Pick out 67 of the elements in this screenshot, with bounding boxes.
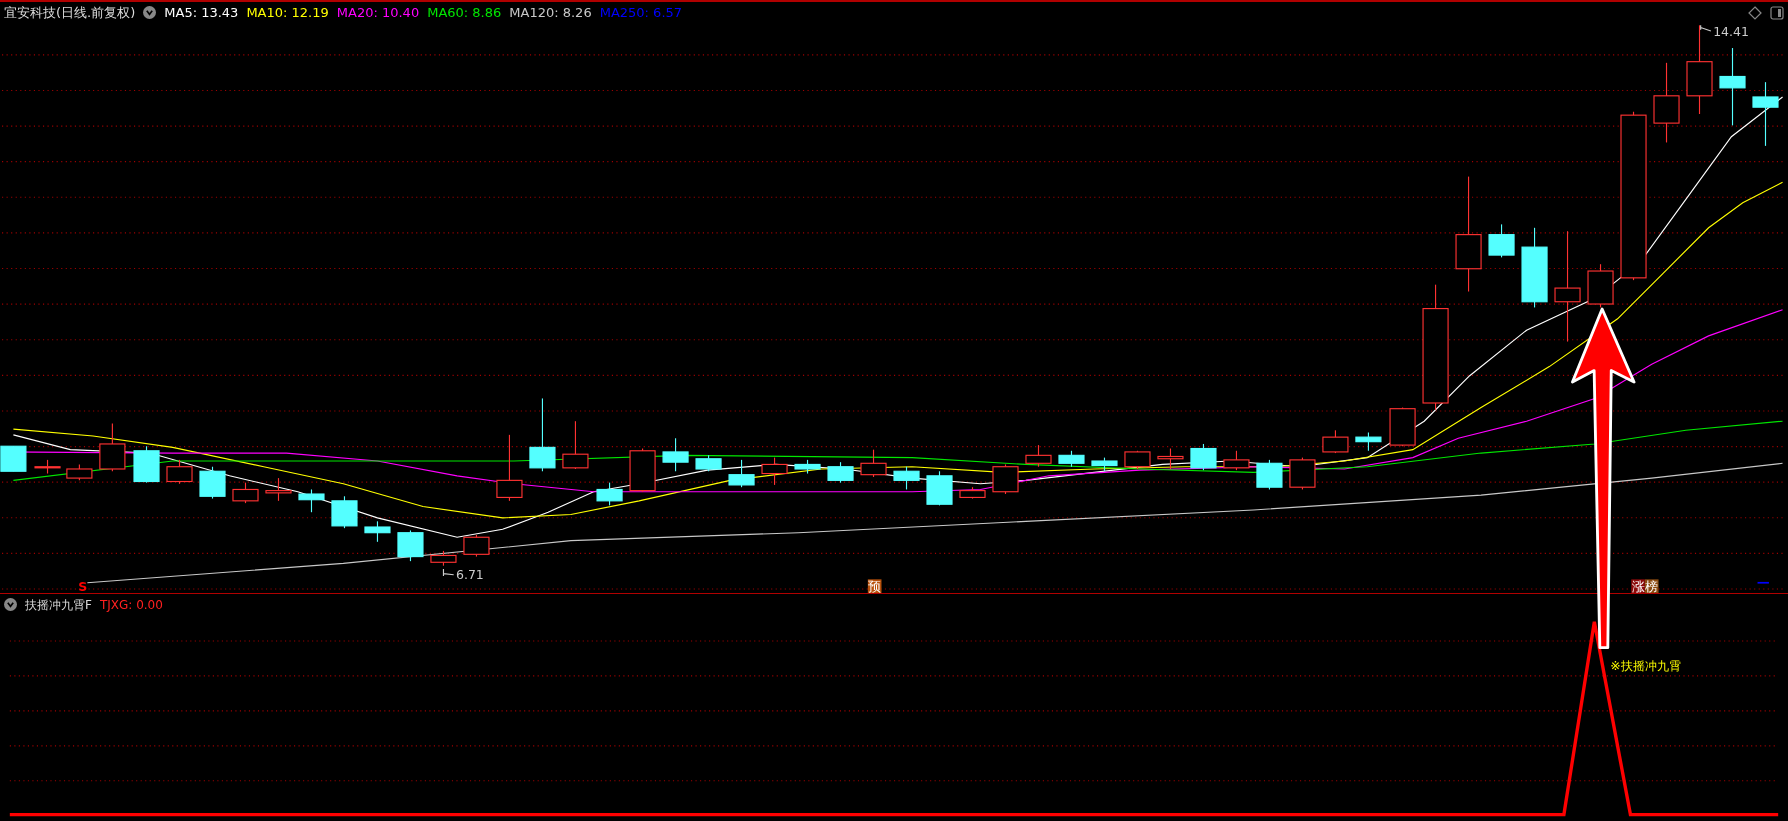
candlestick (1587, 263, 1614, 308)
candlestick (959, 486, 986, 500)
candlestick (166, 459, 193, 485)
candlestick (596, 482, 623, 506)
signal-label: ※扶摇冲九霄 (1610, 658, 1681, 674)
candlestick (629, 447, 656, 493)
candlestick (331, 495, 358, 529)
candlestick (232, 482, 259, 504)
indicator-value: TJXG: 0.00 (99, 596, 163, 614)
candlestick (1322, 429, 1349, 454)
panel-toggle-icon[interactable] (1770, 5, 1784, 20)
candlestick (926, 470, 953, 506)
pointer-icon (1700, 24, 1712, 32)
candlestick (992, 463, 1019, 495)
candlestick (860, 449, 887, 478)
moving-average-value: MA60: 8.86 (427, 3, 502, 22)
candlestick (34, 459, 61, 475)
candlestick (1091, 457, 1118, 472)
candlestick (1355, 432, 1382, 452)
candlestick (99, 422, 126, 472)
candlestick (298, 488, 325, 513)
candlestick (662, 437, 689, 472)
candlestick (695, 454, 722, 472)
moving-average-value: MA120: 8.26 (509, 3, 592, 22)
candlestick (1289, 457, 1316, 491)
candlestick (1058, 450, 1085, 468)
candlestick (1752, 81, 1779, 147)
candlestick (1157, 447, 1184, 470)
candlestick (133, 445, 160, 484)
candlestick (66, 463, 93, 481)
candlestick (430, 550, 457, 567)
candlestick (1488, 223, 1515, 258)
diamond-icon[interactable] (1748, 5, 1762, 20)
candlestick (1223, 450, 1250, 471)
dash-mark (1756, 581, 1770, 584)
candlestick (1389, 407, 1416, 447)
candlestick (397, 529, 424, 562)
candlestick (1256, 459, 1283, 491)
candlestick (794, 459, 821, 475)
dropdown-icon[interactable] (143, 6, 157, 19)
candlestick (728, 459, 755, 488)
signal-tag: 预 (867, 579, 882, 594)
candlestick (265, 477, 292, 502)
moving-average-value: MA250: 6.57 (599, 3, 683, 22)
stock-title: 宜安科技(日线.前复权) (4, 3, 136, 22)
candlestick (199, 466, 226, 500)
moving-average-value: MA20: 10.40 (336, 3, 420, 22)
candlestick (562, 420, 589, 470)
signal-tag: 涨 (1631, 579, 1645, 594)
signal-marker: S (78, 578, 88, 594)
high-price-label: 14.41 (1713, 23, 1749, 39)
candlestick (1124, 450, 1151, 470)
indicator-name: 扶摇冲九霄F (25, 596, 92, 614)
pointer-icon (442, 568, 455, 577)
candlestick (463, 534, 490, 558)
dropdown-icon[interactable] (4, 598, 17, 611)
candlestick (496, 434, 523, 502)
candlestick (827, 461, 854, 484)
candlestick (893, 466, 920, 491)
low-price-label: 6.71 (456, 567, 484, 583)
candlestick (1025, 444, 1052, 468)
candlestick (0, 445, 27, 472)
moving-average-value: MA5: 13.43 (164, 3, 239, 22)
moving-average-value: MA10: 12.19 (246, 3, 329, 22)
candlestick (364, 520, 391, 543)
candlestick (1190, 443, 1217, 471)
candlestick (761, 457, 788, 486)
